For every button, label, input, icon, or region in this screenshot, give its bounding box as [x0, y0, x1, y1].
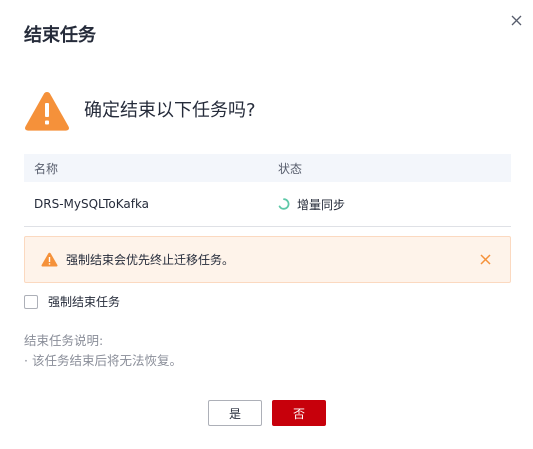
table-header: 名称 状态	[24, 154, 511, 182]
force-end-checkbox[interactable]: 强制结束任务	[24, 293, 120, 310]
warning-triangle-icon	[25, 92, 69, 131]
checkbox-label[interactable]: 强制结束任务	[48, 293, 120, 310]
header-status: 状态	[278, 161, 303, 176]
loading-spinner-icon	[278, 198, 290, 210]
task-table: 名称 状态 DRS-MySQLToKafka 增量同步	[24, 154, 511, 227]
header-name: 名称	[34, 161, 59, 176]
end-task-dialog: 结束任务 确定结束以下任务吗? 名称 状态 DRS-MySQLToKafka 增…	[0, 0, 533, 449]
description-block: 结束任务说明: · 该任务结束后将无法恢复。	[24, 331, 182, 371]
yes-button[interactable]: 是	[208, 400, 262, 426]
alert-message: 强制结束会优先终止迁移任务。	[66, 253, 235, 267]
description-title: 结束任务说明:	[24, 333, 104, 348]
warning-triangle-icon	[41, 252, 58, 267]
no-button[interactable]: 否	[272, 400, 326, 426]
task-name-cell: DRS-MySQLToKafka	[34, 197, 150, 211]
close-icon	[479, 254, 491, 265]
confirm-message: 确定结束以下任务吗?	[24, 90, 256, 132]
warning-alert: 强制结束会优先终止迁移任务。	[24, 236, 511, 283]
task-status-cell: 增量同步	[268, 196, 511, 213]
checkbox-box[interactable]	[24, 294, 38, 309]
task-status-label: 增量同步	[297, 197, 346, 212]
description-item: · 该任务结束后将无法恢复。	[24, 353, 182, 368]
table-row: DRS-MySQLToKafka 增量同步	[24, 182, 511, 227]
dialog-close-button[interactable]	[506, 10, 526, 30]
confirm-question: 确定结束以下任务吗?	[84, 100, 256, 121]
close-icon	[511, 15, 521, 25]
alert-close-button[interactable]	[474, 249, 496, 271]
dialog-title: 结束任务	[24, 25, 96, 46]
